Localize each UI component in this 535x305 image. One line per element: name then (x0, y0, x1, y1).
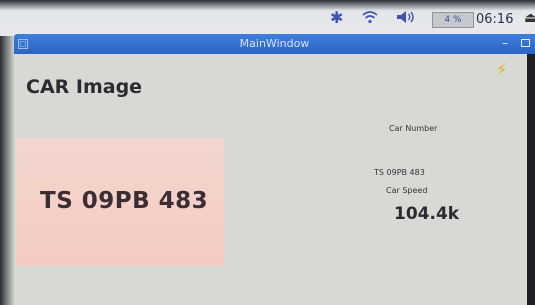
clock[interactable]: 06:16 (476, 12, 513, 27)
left-edge (0, 36, 14, 305)
volume-icon[interactable] (396, 10, 416, 28)
eject-icon[interactable]: ⏏ (524, 10, 535, 26)
car-image-heading: CAR Image (26, 76, 143, 98)
battery-indicator[interactable]: 4 % (432, 12, 474, 28)
minimize-button[interactable]: – (502, 36, 508, 50)
wifi-icon[interactable] (362, 10, 378, 28)
window-body: ⚡ CAR Image TS 09PB 483 Car Number TS 09… (14, 54, 535, 305)
car-number-value: TS 09PB 483 (374, 168, 425, 177)
car-number-label: Car Number (389, 124, 438, 133)
right-edge (527, 54, 535, 305)
system-panel: ✱ 4 % 06:16 ⏏ (0, 0, 535, 36)
bluetooth-icon[interactable]: ✱ (330, 8, 343, 27)
window-title: MainWindow (239, 37, 310, 50)
plate-text: TS 09PB 483 (40, 188, 209, 214)
maximize-button[interactable] (521, 39, 530, 47)
car-speed-value: 104.4k (394, 204, 460, 224)
screen: ✱ 4 % 06:16 ⏏ □ MainWindow – ⚡ CAR Image… (0, 0, 535, 305)
car-speed-label: Car Speed (386, 186, 428, 195)
battery-percent: 4 % (444, 15, 462, 25)
car-plate-image: TS 09PB 483 (16, 138, 224, 266)
window-titlebar[interactable]: □ MainWindow – (14, 34, 535, 54)
lightning-icon: ⚡ (496, 60, 508, 79)
